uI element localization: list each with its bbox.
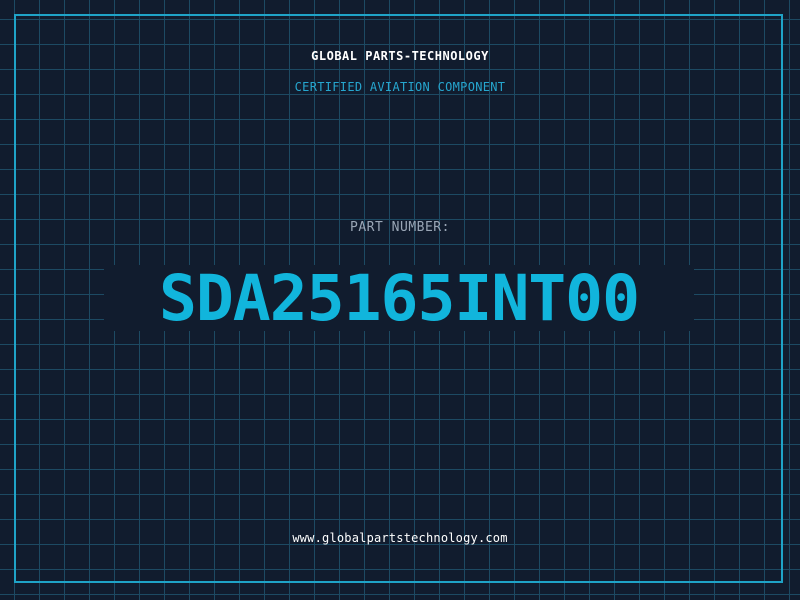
company-name: GLOBAL PARTS-TECHNOLOGY — [311, 49, 489, 63]
part-number-value: SDA25165INT00 — [158, 261, 640, 335]
website-url: www.globalpartstechnology.com — [292, 531, 508, 545]
part-number-panel: SDA25165INT00 — [104, 265, 694, 331]
certification-subtitle: CERTIFIED AVIATION COMPONENT — [294, 80, 506, 94]
part-number-label: PART NUMBER: — [350, 220, 450, 235]
grid-background: GLOBAL PARTS-TECHNOLOGY CERTIFIED AVIATI… — [0, 0, 800, 600]
